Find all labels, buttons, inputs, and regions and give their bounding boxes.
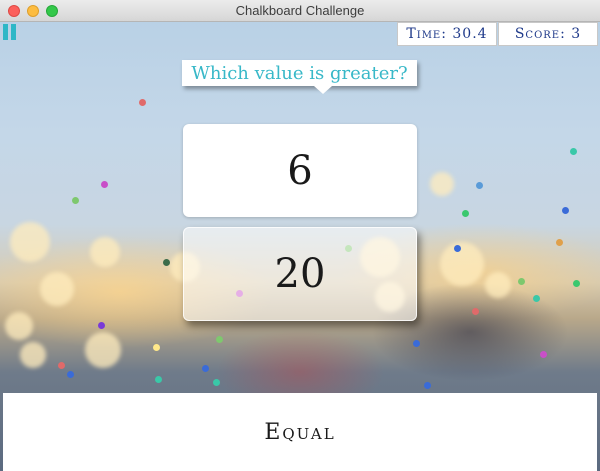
confetti-dot — [424, 382, 431, 389]
confetti-dot — [570, 148, 577, 155]
confetti-dot — [202, 365, 209, 372]
confetti-dot — [413, 340, 420, 347]
confetti-dot — [58, 362, 65, 369]
window-titlebar: Chalkboard Challenge — [0, 0, 600, 22]
confetti-dot — [72, 197, 79, 204]
confetti-dot — [101, 181, 108, 188]
confetti-dot — [518, 278, 525, 285]
question-text: Which value is greater? — [182, 60, 417, 86]
confetti-dot — [163, 259, 170, 266]
bokeh-light — [440, 242, 484, 286]
confetti-dot — [472, 308, 479, 315]
confetti-dot — [533, 295, 540, 302]
confetti-dot — [454, 245, 461, 252]
choice-card-top[interactable]: 6 — [183, 124, 417, 217]
confetti-dot — [573, 280, 580, 287]
bokeh-light — [485, 272, 511, 298]
confetti-dot — [139, 99, 146, 106]
pause-icon[interactable] — [3, 24, 17, 40]
window-title: Chalkboard Challenge — [235, 3, 365, 18]
bokeh-light — [40, 272, 74, 306]
question-bubble: Which value is greater? — [182, 60, 417, 94]
confetti-dot — [67, 371, 74, 378]
confetti-dot — [153, 344, 160, 351]
confetti-dot — [213, 379, 220, 386]
choice-card-bottom[interactable]: 20 — [183, 227, 417, 321]
bokeh-light — [10, 222, 50, 262]
confetti-dot — [155, 376, 162, 383]
confetti-dot — [540, 351, 547, 358]
question-pointer — [314, 86, 332, 94]
confetti-dot — [562, 207, 569, 214]
equal-button[interactable]: Equal — [3, 393, 597, 471]
confetti-dot — [98, 322, 105, 329]
bokeh-light — [85, 332, 121, 368]
game-background: Time: 30.4 Score: 3 Which value is great… — [0, 22, 600, 471]
score-display: Score: 3 — [498, 22, 598, 46]
bokeh-light — [5, 312, 33, 340]
bokeh-light — [430, 172, 454, 196]
confetti-dot — [462, 210, 469, 217]
confetti-dot — [216, 336, 223, 343]
confetti-dot — [556, 239, 563, 246]
bokeh-light — [20, 342, 46, 368]
confetti-dot — [476, 182, 483, 189]
bokeh-light — [90, 237, 120, 267]
time-display: Time: 30.4 — [397, 22, 497, 46]
